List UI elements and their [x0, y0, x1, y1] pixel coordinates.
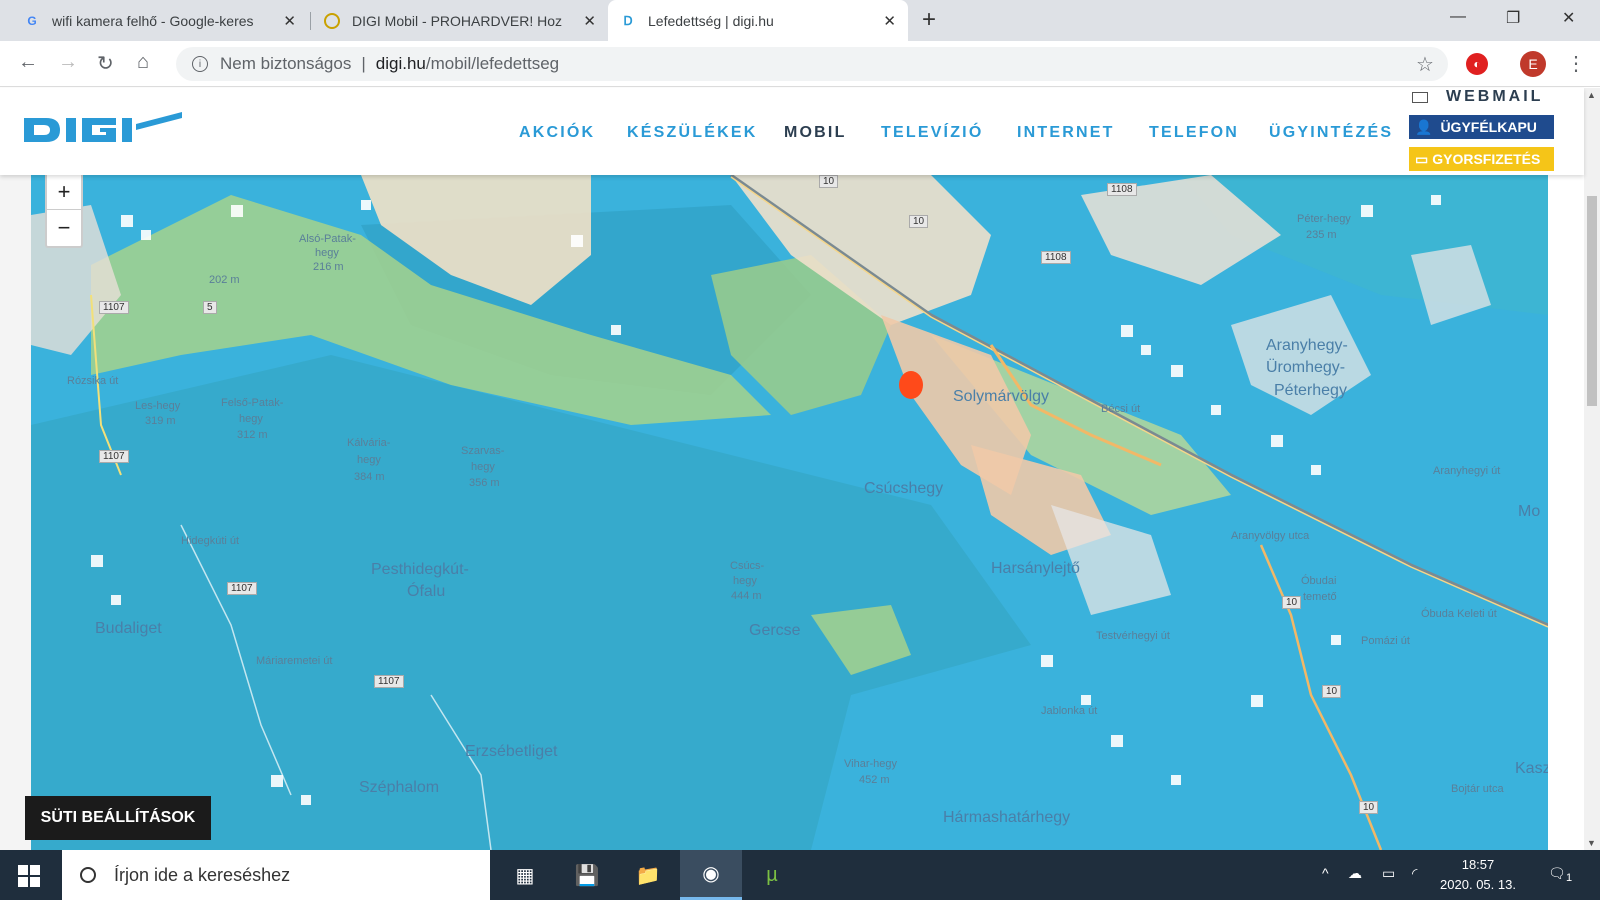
map-label-budaliget: Budaliget	[95, 620, 162, 637]
taskbar-clock[interactable]: 18:57 2020. 05. 13.	[1438, 855, 1518, 895]
digi-favicon-icon: ᗞ	[623, 13, 633, 28]
zoom-out-button[interactable]: −	[47, 210, 81, 246]
browser-menu-icon[interactable]: ⋮	[1566, 51, 1586, 76]
bookmark-star-icon[interactable]: ☆	[1416, 52, 1434, 77]
coverage-map[interactable]: Solymárvölgy Csúcshegy Harsánylejtő Pest…	[31, 175, 1548, 850]
info-icon[interactable]: i	[192, 56, 208, 72]
close-tab-icon[interactable]: ✕	[883, 12, 896, 30]
minimize-icon[interactable]: —	[1450, 8, 1466, 26]
browser-tab-bar: G wifi kamera felhő - Google-keres ✕ DIG…	[0, 0, 1600, 41]
nav-mobil[interactable]: MOBIL	[784, 124, 847, 142]
zoom-in-button[interactable]: +	[47, 174, 81, 210]
map-label-gercse: Gercse	[749, 622, 801, 639]
map-label-mo: Mo	[1518, 503, 1541, 520]
notification-count: 1	[1566, 872, 1573, 884]
home-icon[interactable]: ⌂	[137, 51, 149, 74]
wifi-icon[interactable]: ◜	[1412, 865, 1417, 882]
user-icon: 👤	[1415, 118, 1433, 135]
ugyfelkapu-button[interactable]: 👤 ÜGYFÉLKAPU	[1409, 115, 1554, 139]
restore-icon[interactable]: ❐	[1506, 8, 1520, 28]
nav-telefon[interactable]: TELEFON	[1149, 124, 1239, 142]
map-label-pesthidegkut: Pesthidegkút-	[371, 561, 469, 578]
map-label-szephalom: Széphalom	[359, 779, 440, 796]
map-coverage-layer	[31, 175, 1548, 850]
utorrent-icon[interactable]: µ	[757, 860, 787, 890]
nav-ugyintezes[interactable]: ÜGYINTÉZÉS	[1269, 124, 1393, 142]
search-icon	[80, 867, 96, 883]
windows-start-icon[interactable]	[18, 865, 40, 887]
browser-toolbar: ← → ↻ ⌂ i Nem biztonságos | digi.hu /mob…	[0, 41, 1600, 87]
map-label-aranyhegy: Aranyhegy-	[1266, 337, 1348, 354]
extension-icon[interactable]: ◐	[1466, 53, 1488, 75]
onedrive-icon[interactable]: ☁	[1348, 865, 1362, 882]
windows-taskbar: Írjon ide a kereséshez ▦ 💾 📁 ◉ µ ^ ☁ ▭ ◜…	[0, 850, 1600, 900]
battery-icon[interactable]: ▭	[1382, 865, 1395, 882]
page-scrollbar[interactable]: ▲ ▼	[1584, 88, 1600, 850]
notification-icon[interactable]: 🗨	[1548, 865, 1566, 882]
google-favicon-icon: G	[27, 13, 37, 28]
nav-internet[interactable]: INTERNET	[1017, 124, 1115, 142]
map-label-kasz: Kasz	[1515, 760, 1548, 777]
tab-lefedettseg[interactable]: ᗞ Lefedettség | digi.hu ✕	[608, 0, 908, 41]
scrollbar-thumb[interactable]	[1587, 196, 1597, 406]
map-label-harsanylejto: Harsánylejtő	[991, 560, 1080, 577]
tab-prohardver[interactable]: DIGI Mobil - PROHARDVER! Hoz ✕	[312, 0, 608, 41]
map-label-ofalu: Ófalu	[407, 583, 446, 600]
tab-google-search[interactable]: G wifi kamera felhő - Google-keres ✕	[12, 0, 308, 41]
taskbar-search-box[interactable]: Írjon ide a kereséshez	[62, 850, 490, 900]
map-label-harmashatarhegy: Hármashatárhegy	[943, 809, 1071, 826]
map-label-erzsebetliget: Erzsébetliget	[465, 743, 558, 760]
reload-icon[interactable]: ↻	[97, 51, 114, 76]
map-label-peterhegy: Péterhegy	[1274, 382, 1347, 399]
forward-icon[interactable]: →	[58, 51, 78, 74]
envelope-icon	[1412, 91, 1428, 103]
close-tab-icon[interactable]: ✕	[283, 12, 296, 30]
gyorsfizetes-button[interactable]: ▭ GYORSFIZETÉS	[1409, 147, 1554, 171]
map-label-csucshegy: Csúcshegy	[864, 480, 944, 497]
map-zoom-control: + −	[45, 172, 83, 248]
card-icon: ▭	[1415, 150, 1429, 167]
scroll-down-icon[interactable]: ▼	[1587, 838, 1596, 848]
address-bar[interactable]: i Nem biztonságos | digi.hu /mobil/lefed…	[176, 47, 1448, 81]
tray-chevron-icon[interactable]: ^	[1322, 865, 1329, 881]
prohardver-favicon-icon	[324, 12, 340, 29]
nav-keszulekek[interactable]: KÉSZÜLÉKEK	[627, 124, 757, 142]
nav-akciok[interactable]: AKCIÓK	[519, 124, 595, 142]
save-disk-icon[interactable]: 💾	[572, 860, 602, 890]
chrome-taskbar-icon[interactable]: ◉	[680, 850, 742, 900]
map-label-solymarvolgy: Solymárvölgy	[953, 388, 1050, 405]
close-window-icon[interactable]: ✕	[1562, 8, 1575, 28]
file-explorer-icon[interactable]: 📁	[633, 860, 663, 890]
profile-avatar[interactable]: E	[1520, 51, 1546, 77]
back-icon[interactable]: ←	[18, 51, 38, 74]
new-tab-icon[interactable]: +	[922, 6, 936, 34]
cookie-settings-button[interactable]: SÜTI BEÁLLÍTÁSOK	[25, 796, 211, 840]
nav-televizio[interactable]: TELEVÍZIÓ	[881, 124, 983, 142]
site-header: AKCIÓK KÉSZÜLÉKEK MOBIL TELEVÍZIÓ INTERN…	[0, 88, 1584, 175]
map-label-uromhegy: Üromhegy-	[1266, 359, 1346, 376]
calculator-icon[interactable]: ▦	[510, 860, 540, 890]
page-left-margin	[0, 175, 31, 850]
digi-logo[interactable]	[24, 112, 182, 148]
close-tab-icon[interactable]: ✕	[583, 12, 596, 30]
scroll-up-icon[interactable]: ▲	[1587, 90, 1596, 100]
webmail-link[interactable]: WEBMAIL	[1412, 88, 1543, 106]
